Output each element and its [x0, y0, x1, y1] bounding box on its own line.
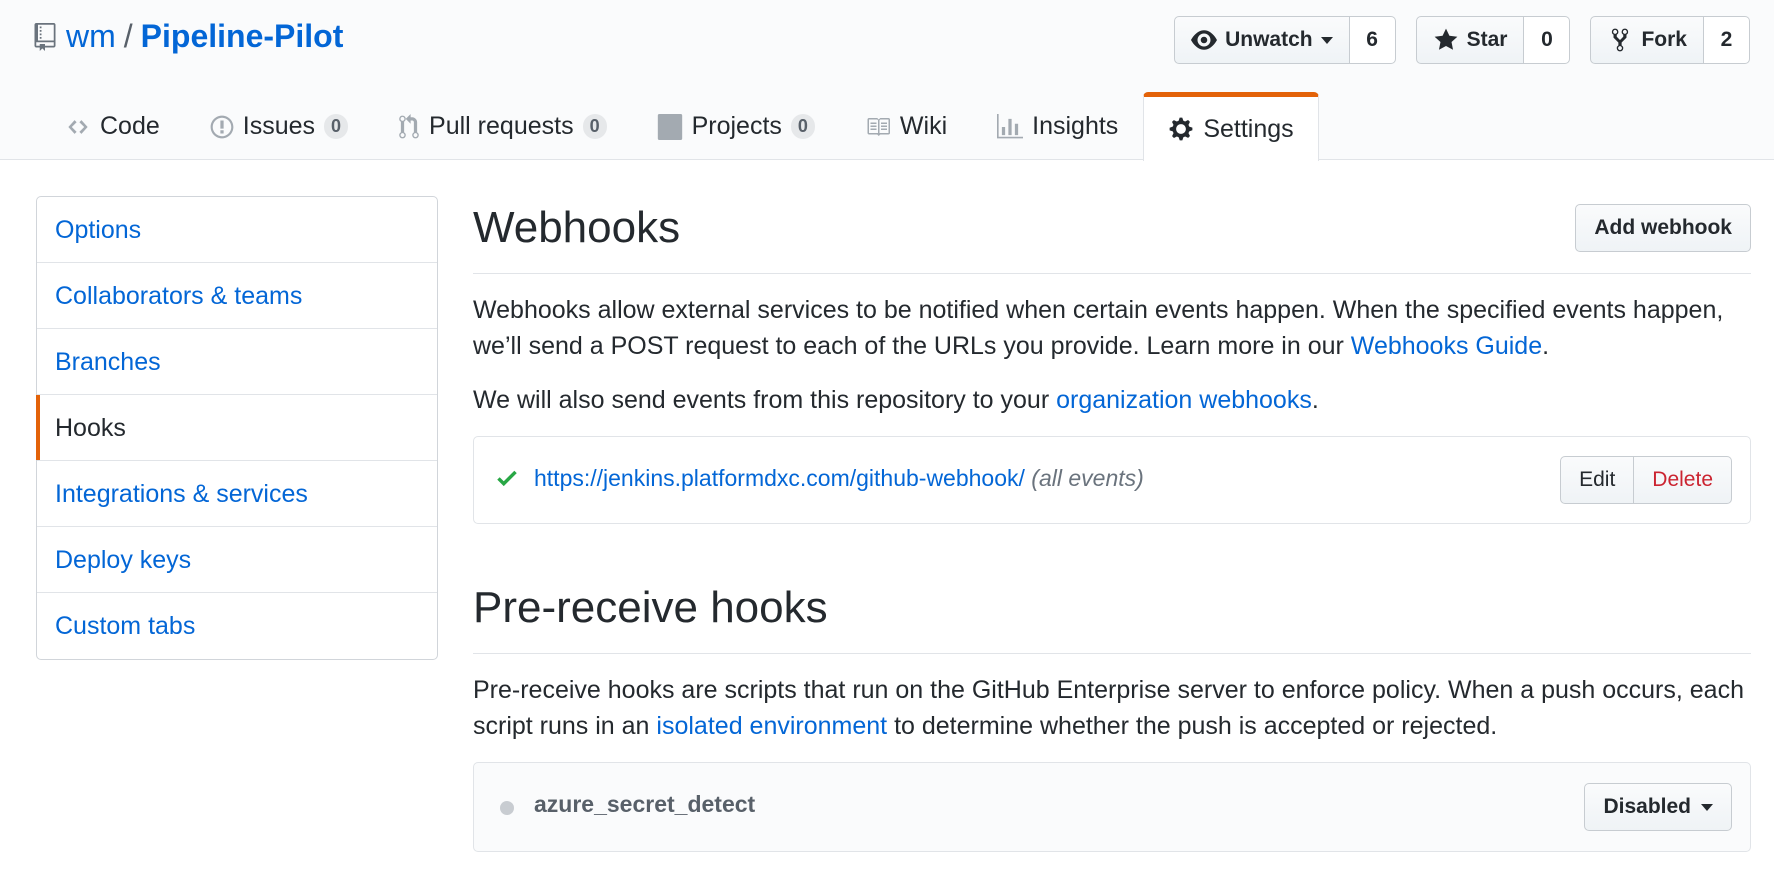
isolated-environment-link[interactable]: isolated environment: [656, 712, 887, 740]
eye-icon: [1191, 30, 1218, 50]
webhook-url-link[interactable]: https://jenkins.platformdxc.com/github-w…: [534, 465, 1025, 491]
watch-group: Unwatch 6: [1174, 16, 1396, 64]
repo-owner-link[interactable]: wm: [66, 18, 116, 55]
chevron-down-icon: [1320, 36, 1333, 44]
forks-count[interactable]: 2: [1704, 16, 1750, 64]
prereceive-description-end: to determine whether the push is accepte…: [887, 712, 1498, 740]
tab-wiki-label: Wiki: [899, 112, 948, 140]
prereceive-subhead: Pre-receive hooks: [473, 576, 1751, 654]
repo-path-separator: /: [123, 18, 133, 54]
webhooks-description: Webhooks allow external services to be n…: [473, 292, 1751, 364]
add-webhook-button[interactable]: Add webhook: [1575, 204, 1751, 252]
fork-group: Fork 2: [1590, 16, 1750, 64]
org-webhooks-note: We will also send events from this repos…: [473, 382, 1751, 418]
webhooks-subhead: Webhooks Add webhook: [473, 196, 1751, 274]
watchers-count[interactable]: 6: [1349, 16, 1396, 64]
org-webhooks-note-text: We will also send events from this repos…: [473, 386, 1057, 414]
tab-projects[interactable]: Projects 0: [632, 92, 840, 160]
webhooks-description-end: .: [1542, 332, 1550, 360]
sidebar-item-custom-tabs[interactable]: Custom tabs: [37, 593, 437, 659]
repo-actions: Unwatch 6 Star 0 Fork 2: [1174, 16, 1750, 64]
tab-pull-requests[interactable]: Pull requests 0: [373, 92, 632, 160]
settings-main: Webhooks Add webhook Webhooks allow exte…: [473, 196, 1751, 852]
star-label: Star: [1466, 28, 1508, 51]
repo-name-link[interactable]: Pipeline-Pilot: [141, 18, 344, 55]
fork-icon: [1612, 28, 1629, 52]
repo-title: wm / Pipeline-Pilot: [34, 18, 343, 55]
status-dot-icon: [500, 801, 514, 815]
organization-webhooks-link[interactable]: organization webhooks: [1056, 386, 1312, 414]
tab-issues-label: Issues: [242, 112, 316, 140]
edit-webhook-button[interactable]: Edit: [1560, 456, 1635, 504]
star-button[interactable]: Star: [1415, 16, 1525, 64]
prereceive-heading: Pre-receive hooks: [473, 583, 828, 632]
webhook-actions: Edit Delete: [1560, 456, 1732, 504]
hook-state-select[interactable]: Disabled: [1584, 783, 1732, 831]
webhooks-heading: Webhooks: [473, 203, 681, 252]
org-webhooks-note-end: .: [1311, 386, 1319, 414]
pulls-counter: 0: [582, 113, 607, 140]
hook-state-label: Disabled: [1603, 795, 1691, 818]
webhook-events: (all events): [1031, 465, 1144, 491]
project-icon: [657, 113, 682, 140]
sidebar-item-hooks[interactable]: Hooks: [36, 395, 437, 461]
tab-insights-label: Insights: [1032, 112, 1119, 140]
sidebar-item-collaborators[interactable]: Collaborators & teams: [37, 263, 437, 329]
repo-nav: Code Issues 0 Pull requests 0 Projects 0…: [40, 92, 1319, 161]
stargazers-count[interactable]: 0: [1524, 16, 1571, 64]
repo-header: wm / Pipeline-Pilot Unwatch 6 Star 0 For…: [0, 0, 1774, 161]
fork-label: Fork: [1641, 28, 1687, 51]
tab-pull-requests-label: Pull requests: [429, 112, 574, 140]
check-icon: [497, 470, 517, 487]
code-icon: [68, 119, 88, 134]
unwatch-button[interactable]: Unwatch: [1174, 16, 1350, 64]
sidebar-item-branches[interactable]: Branches: [37, 329, 437, 395]
tab-wiki[interactable]: Wiki: [840, 92, 972, 160]
repo-icon: [34, 22, 56, 51]
webhook-entry: https://jenkins.platformdxc.com/github-w…: [534, 465, 1144, 492]
fork-button[interactable]: Fork: [1590, 16, 1704, 64]
delete-webhook-button[interactable]: Delete: [1634, 456, 1732, 504]
tab-settings-label: Settings: [1203, 114, 1294, 143]
tab-code[interactable]: Code: [40, 92, 185, 160]
pull-request-icon: [399, 113, 419, 138]
book-icon: [867, 117, 890, 136]
graph-icon: [997, 113, 1024, 138]
prereceive-hook-name: azure_secret_detect: [534, 791, 756, 817]
tab-projects-label: Projects: [691, 112, 782, 140]
tab-insights[interactable]: Insights: [972, 92, 1143, 160]
sidebar-item-integrations[interactable]: Integrations & services: [37, 461, 437, 527]
chevron-down-icon: [1701, 803, 1713, 811]
star-icon: [1434, 28, 1457, 50]
star-group: Star 0: [1415, 16, 1571, 64]
prereceive-hook-item: azure_secret_detect Disabled: [473, 762, 1751, 852]
sidebar-item-deploy-keys[interactable]: Deploy keys: [37, 527, 437, 593]
tab-settings[interactable]: Settings: [1143, 92, 1319, 161]
sidebar-item-options[interactable]: Options: [37, 197, 437, 263]
tab-issues[interactable]: Issues 0: [185, 92, 373, 160]
gear-icon: [1169, 117, 1193, 141]
issue-icon: [210, 115, 234, 138]
webhooks-guide-link[interactable]: Webhooks Guide: [1351, 332, 1542, 360]
settings-sidebar: Options Collaborators & teams Branches H…: [36, 196, 438, 660]
webhook-item: https://jenkins.platformdxc.com/github-w…: [473, 436, 1751, 524]
prereceive-description: Pre-receive hooks are scripts that run o…: [473, 672, 1751, 744]
projects-counter: 0: [790, 113, 815, 140]
tab-code-label: Code: [100, 112, 160, 140]
unwatch-label: Unwatch: [1225, 28, 1313, 51]
issues-counter: 0: [324, 113, 349, 140]
